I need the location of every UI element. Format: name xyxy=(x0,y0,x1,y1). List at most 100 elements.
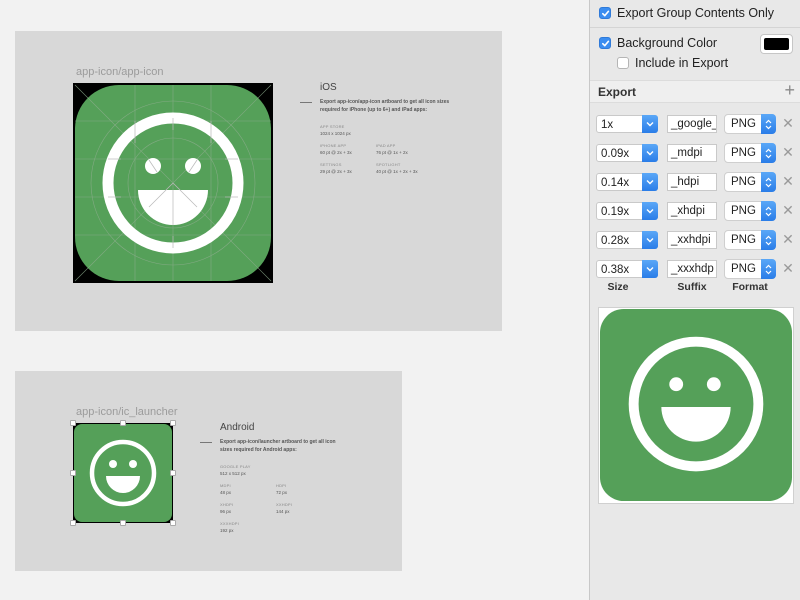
spec-caption: GOOGLE PLAY xyxy=(220,464,251,469)
chevron-down-icon[interactable] xyxy=(642,260,658,278)
spec-value: 76 pt @ 1x + 2x xyxy=(376,150,408,155)
format-select[interactable]: PNG xyxy=(724,114,776,134)
size-value: 0.38x xyxy=(601,264,630,276)
size-value: 1x xyxy=(601,119,614,131)
format-select[interactable]: PNG xyxy=(724,259,776,279)
chevron-down-icon[interactable] xyxy=(642,144,658,162)
resize-handle-bottom-left[interactable] xyxy=(70,520,76,526)
size-select[interactable]: 0.19x xyxy=(596,202,658,220)
size-value: 0.09x xyxy=(601,148,630,160)
spec-caption: MDPI xyxy=(220,483,231,488)
close-icon[interactable]: ✕ xyxy=(782,145,794,159)
android-documentation: Android Export app-icon/launcher artboar… xyxy=(200,420,350,540)
format-select[interactable]: PNG xyxy=(724,172,776,192)
format-select[interactable]: PNG xyxy=(724,201,776,221)
suffix-input[interactable]: _xxhdpi xyxy=(667,231,717,249)
chevron-up-down-icon[interactable] xyxy=(761,259,776,279)
canvas[interactable]: app-icon/app-icon iOS Export app-icon/ap… xyxy=(0,0,589,600)
format-value: PNG xyxy=(731,118,756,130)
include-in-export-label: Include in Export xyxy=(635,56,729,70)
format-value: PNG xyxy=(731,147,756,159)
column-label-size: Size xyxy=(607,281,629,293)
spec-value: 512 x 512 px xyxy=(220,471,246,476)
resize-handle-top-right[interactable] xyxy=(170,420,176,426)
export-row: 0.09x _mdpi PNG ✕ xyxy=(590,142,800,164)
chevron-down-icon[interactable] xyxy=(642,115,658,133)
size-select[interactable]: 0.09x xyxy=(596,144,658,162)
inspector-panel: Export Group Contents Only Background Co… xyxy=(589,0,800,600)
android-launcher-icon[interactable] xyxy=(73,423,173,523)
smiley-face-icon xyxy=(599,308,793,503)
export-section-header: Export + xyxy=(590,80,800,103)
chevron-up-down-icon[interactable] xyxy=(761,230,776,250)
suffix-input[interactable]: _mdpi xyxy=(667,144,717,162)
export-row: 0.28x _xxhdpi PNG ✕ xyxy=(590,229,800,251)
spec-caption: IPAD APP xyxy=(376,143,396,148)
chevron-down-icon[interactable] xyxy=(642,231,658,249)
format-select[interactable]: PNG xyxy=(724,143,776,163)
chevron-down-icon[interactable] xyxy=(642,202,658,220)
size-select[interactable]: 0.38x xyxy=(596,260,658,278)
export-row: 0.19x _xhdpi PNG ✕ xyxy=(590,200,800,222)
smiley-face-icon xyxy=(73,83,273,283)
close-icon[interactable]: ✕ xyxy=(782,174,794,188)
spec-value: 40 pt @ 1x + 2x + 3x xyxy=(376,169,418,174)
resize-handle-top[interactable] xyxy=(120,420,126,426)
checkmark-icon xyxy=(601,10,609,16)
resize-handle-bottom[interactable] xyxy=(120,520,126,526)
color-swatch xyxy=(764,38,789,50)
chevron-up-down-icon[interactable] xyxy=(761,201,776,221)
smiley-face-icon xyxy=(73,423,173,523)
close-icon[interactable]: ✕ xyxy=(782,261,794,275)
spec-caption: SETTINGS xyxy=(320,162,342,167)
chevron-up-down-icon[interactable] xyxy=(761,172,776,192)
divider xyxy=(590,27,800,28)
doc-dash xyxy=(300,102,312,103)
resize-handle-bottom-right[interactable] xyxy=(170,520,176,526)
spec-caption: XXXHDPI xyxy=(220,521,239,526)
format-select[interactable]: PNG xyxy=(724,230,776,250)
suffix-input[interactable]: _xxxhdp xyxy=(667,260,717,278)
spec-caption: HDPI xyxy=(276,483,287,488)
spec-caption: XXHDPI xyxy=(276,502,293,507)
export-section-title: Export xyxy=(598,85,637,99)
close-icon[interactable]: ✕ xyxy=(782,116,794,130)
size-select[interactable]: 0.14x xyxy=(596,173,658,191)
close-icon[interactable]: ✕ xyxy=(782,232,794,246)
format-value: PNG xyxy=(731,176,756,188)
artboard-label-ios[interactable]: app-icon/app-icon xyxy=(76,66,163,78)
export-row: 0.14x _hdpi PNG ✕ xyxy=(590,171,800,193)
include-in-export-option[interactable]: Include in Export xyxy=(590,56,800,70)
include-in-export-checkbox[interactable] xyxy=(617,57,629,69)
suffix-input[interactable]: _hdpi xyxy=(667,173,717,191)
spec-value: 29 pt @ 2x + 3x xyxy=(320,169,352,174)
resize-handle-top-left[interactable] xyxy=(70,420,76,426)
suffix-input[interactable]: _xhdpi xyxy=(667,202,717,220)
checkmark-icon xyxy=(601,40,609,46)
close-icon[interactable]: ✕ xyxy=(782,203,794,217)
plus-icon[interactable]: + xyxy=(784,80,795,101)
export-group-contents-only-checkbox[interactable] xyxy=(599,7,611,19)
size-value: 0.14x xyxy=(601,177,630,189)
resize-handle-left[interactable] xyxy=(70,470,76,476)
export-row: 1x _google_ PNG ✕ xyxy=(590,113,800,135)
size-select[interactable]: 0.28x xyxy=(596,231,658,249)
spec-caption: IPHONE APP xyxy=(320,143,347,148)
suffix-input[interactable]: _google_ xyxy=(667,115,717,133)
spec-caption: APP STORE xyxy=(320,124,345,129)
export-group-contents-only-option[interactable]: Export Group Contents Only xyxy=(590,6,800,20)
size-select[interactable]: 1x xyxy=(596,115,658,133)
spec-caption: SPOTLIGHT xyxy=(376,162,401,167)
spec-caption: XHDPI xyxy=(220,502,234,507)
artboard-label-android[interactable]: app-icon/ic_launcher xyxy=(76,406,178,418)
format-value: PNG xyxy=(731,234,756,246)
chevron-down-icon[interactable] xyxy=(642,173,658,191)
chevron-up-down-icon[interactable] xyxy=(761,143,776,163)
ios-app-icon[interactable] xyxy=(73,83,273,283)
resize-handle-right[interactable] xyxy=(170,470,176,476)
background-color-checkbox[interactable] xyxy=(599,37,611,49)
spec-value: 48 px xyxy=(220,490,232,495)
spec-value: 1024 x 1024 px xyxy=(320,131,351,136)
chevron-up-down-icon[interactable] xyxy=(761,114,776,134)
background-color-well[interactable] xyxy=(760,34,793,54)
